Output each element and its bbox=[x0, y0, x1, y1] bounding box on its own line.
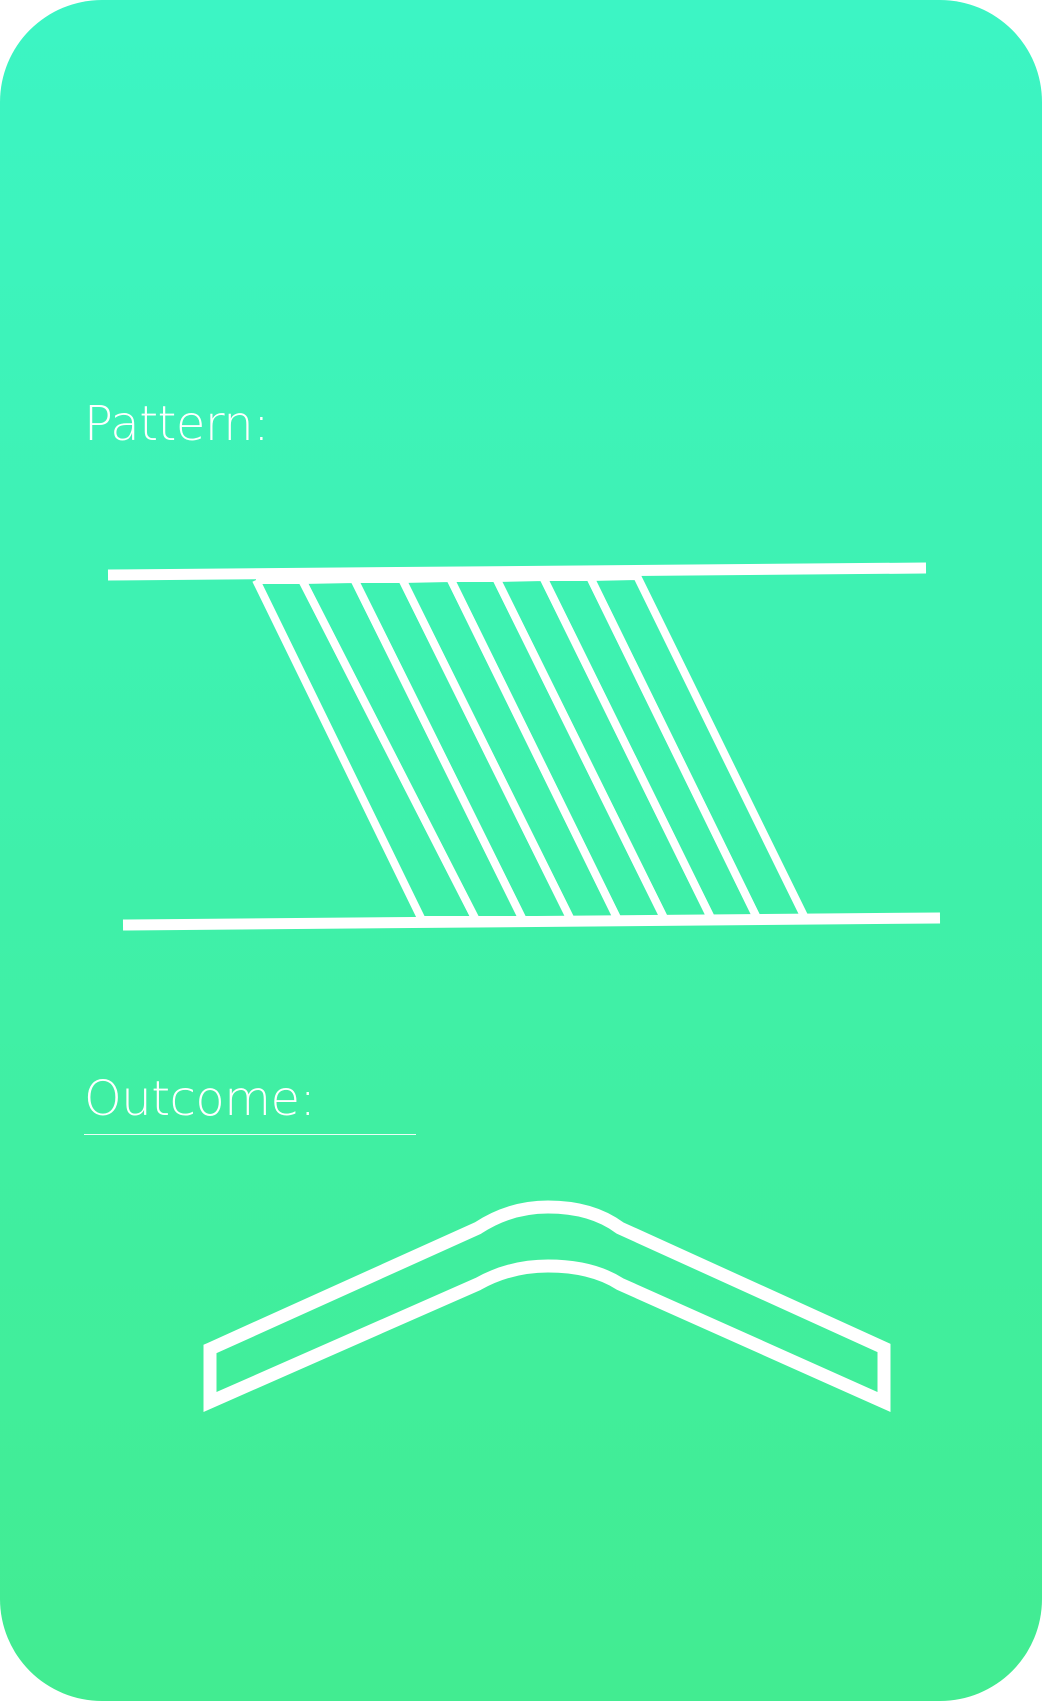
outcome-boomerang-outline bbox=[203, 1200, 891, 1413]
outcome-underline bbox=[84, 1134, 416, 1135]
pattern-fold-band-6 bbox=[492, 572, 719, 924]
pattern-diagram bbox=[107, 562, 941, 1413]
outcome-shape bbox=[203, 1200, 891, 1413]
card: Pattern: Outcome: bbox=[0, 0, 1042, 1701]
outcome-label: Outcome: bbox=[84, 1071, 316, 1127]
pattern-fold-band-8 bbox=[586, 571, 813, 924]
